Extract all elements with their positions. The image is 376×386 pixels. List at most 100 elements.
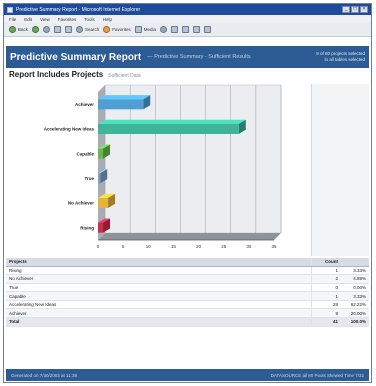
column-header-projects[interactable]: Projects bbox=[6, 258, 311, 267]
x-tick-label: 5 bbox=[122, 244, 125, 249]
section-heading: Report Includes Projects Sufficient Data bbox=[6, 70, 369, 82]
menu-edit[interactable]: Edit bbox=[24, 17, 32, 22]
row-percent: 3.33% bbox=[341, 291, 369, 301]
x-tick-label: 15 bbox=[171, 244, 177, 249]
table-row: Accelerating New Ideas 28 62.22% bbox=[6, 300, 369, 310]
x-tick-label: 25 bbox=[221, 244, 227, 249]
row-percent: 0.00% bbox=[341, 283, 369, 293]
category-label: True bbox=[84, 176, 94, 181]
media-label: Media bbox=[143, 27, 157, 32]
table-row: Capable 1 3.33% bbox=[6, 291, 369, 301]
menu-bar: File Edit View Favorites Tools Help bbox=[4, 15, 371, 23]
browser-app-icon bbox=[7, 6, 13, 13]
table-row: True 0 0.00% bbox=[6, 283, 369, 293]
bar bbox=[98, 124, 239, 134]
title-bar: Predictive Summary Report - Microsoft In… bbox=[4, 4, 371, 15]
window-controls: _ □ × bbox=[342, 6, 368, 13]
section-title: Report Includes Projects bbox=[9, 70, 104, 79]
table-row: Rising 1 3.33% bbox=[6, 266, 369, 276]
close-icon[interactable]: × bbox=[360, 6, 368, 13]
bar-top bbox=[98, 95, 151, 100]
search-label: Search bbox=[85, 27, 100, 32]
row-name: Capable bbox=[6, 291, 311, 301]
menu-help[interactable]: Help bbox=[103, 17, 112, 22]
row-percent: 20.00% bbox=[341, 308, 369, 319]
menu-file[interactable]: File bbox=[9, 17, 16, 22]
home-icon[interactable] bbox=[65, 26, 73, 33]
x-tick-label: 0 bbox=[97, 244, 100, 249]
minimize-icon[interactable]: _ bbox=[342, 6, 350, 13]
row-percent: 4.89% bbox=[341, 274, 369, 284]
row-percent: 62.22% bbox=[341, 300, 369, 310]
bar bbox=[98, 173, 101, 184]
report-subtitle: — Predictive Summary - Sufficient Result… bbox=[147, 54, 251, 60]
total-percent: 100.0% bbox=[341, 317, 369, 327]
row-name: True bbox=[6, 283, 311, 293]
menu-favorites[interactable]: Favorites bbox=[58, 17, 77, 22]
category-label: No Achiever bbox=[68, 201, 94, 206]
footer-datasource: DATASOURCE all 80 Pools Skewed Time 7/32 bbox=[270, 372, 364, 378]
history-icon[interactable] bbox=[160, 26, 168, 33]
footer-generated: Generated on 7/30/2003 at 11:38 bbox=[11, 372, 77, 378]
row-name: No Achiever bbox=[6, 274, 311, 284]
search-button[interactable]: Search bbox=[76, 26, 99, 33]
window-title: Predictive Summary Report - Microsoft In… bbox=[16, 6, 141, 13]
media-icon bbox=[134, 26, 142, 33]
projects-table: Projects Count Rising 1 3.33% No Achieve… bbox=[6, 258, 369, 327]
bar bbox=[98, 148, 104, 159]
browser-window: Predictive Summary Report - Microsoft In… bbox=[3, 3, 372, 383]
report-status: 9 of 80 projects selected in all tables … bbox=[316, 51, 365, 63]
category-label: Capable bbox=[76, 151, 94, 156]
column-header-count[interactable]: Count bbox=[310, 258, 341, 267]
chart-area: 0 5 10 15 20 25 30 35 Achiever Accelerating New I… bbox=[6, 84, 369, 256]
bar-top bbox=[98, 119, 246, 124]
report-header: Predictive Summary Report — Predictive S… bbox=[6, 46, 369, 68]
table-total-row: Total 41 100.0% bbox=[6, 317, 369, 327]
total-label: Total bbox=[6, 317, 311, 327]
section-subtitle[interactable]: Sufficient Data bbox=[108, 73, 140, 79]
bar bbox=[98, 198, 109, 208]
search-icon bbox=[76, 26, 84, 33]
report-title: Predictive Summary Report bbox=[10, 51, 142, 63]
media-button[interactable]: Media bbox=[134, 26, 157, 33]
row-count: 9 bbox=[310, 308, 341, 319]
star-icon bbox=[103, 26, 111, 33]
report-status-line-2: in all tables selected bbox=[324, 57, 365, 62]
table-row: Achiever 9 20.00% bbox=[6, 308, 369, 319]
menu-tools[interactable]: Tools bbox=[84, 17, 95, 22]
mail-icon[interactable] bbox=[171, 26, 179, 33]
row-percent: 3.33% bbox=[341, 266, 369, 276]
bar bbox=[98, 222, 104, 233]
row-count: 2 bbox=[310, 274, 341, 284]
favorites-button[interactable]: Favorites bbox=[103, 26, 131, 33]
row-name: Achiever bbox=[6, 308, 311, 319]
table-row: No Achiever 2 4.89% bbox=[6, 274, 369, 284]
refresh-icon[interactable] bbox=[54, 26, 62, 33]
x-tick-label: 20 bbox=[196, 244, 202, 249]
x-tick-label: 35 bbox=[271, 244, 277, 249]
plot-floor bbox=[98, 233, 281, 240]
back-button[interactable]: Back bbox=[9, 26, 28, 33]
bar-chart: 0 5 10 15 20 25 30 35 Achiever Accelerating New I… bbox=[44, 84, 282, 249]
maximize-icon[interactable]: □ bbox=[351, 6, 359, 13]
total-count: 41 bbox=[310, 317, 341, 327]
category-label: Achiever bbox=[75, 102, 94, 107]
forward-arrow-icon[interactable] bbox=[32, 26, 40, 33]
print-icon[interactable] bbox=[182, 26, 190, 33]
back-arrow-icon bbox=[9, 26, 16, 33]
messenger-icon[interactable] bbox=[204, 26, 212, 33]
menu-view[interactable]: View bbox=[40, 17, 50, 22]
row-name: Accelerating New Ideas bbox=[6, 300, 311, 310]
column-header-percent bbox=[341, 258, 369, 267]
favorites-label: Favorites bbox=[112, 27, 131, 32]
table-header-row: Projects Count bbox=[6, 258, 369, 267]
row-name: Rising bbox=[6, 266, 311, 276]
back-label: Back bbox=[18, 27, 29, 32]
row-count: 1 bbox=[310, 266, 341, 276]
stop-icon[interactable] bbox=[43, 26, 51, 33]
report-footer: Generated on 7/30/2003 at 11:38 DATASOUR… bbox=[6, 369, 369, 381]
edit-icon[interactable] bbox=[193, 26, 201, 33]
category-label: Rising bbox=[80, 225, 94, 230]
browser-toolbar: Back Search Favorites Media bbox=[4, 23, 371, 37]
row-count: 1 bbox=[310, 291, 341, 301]
